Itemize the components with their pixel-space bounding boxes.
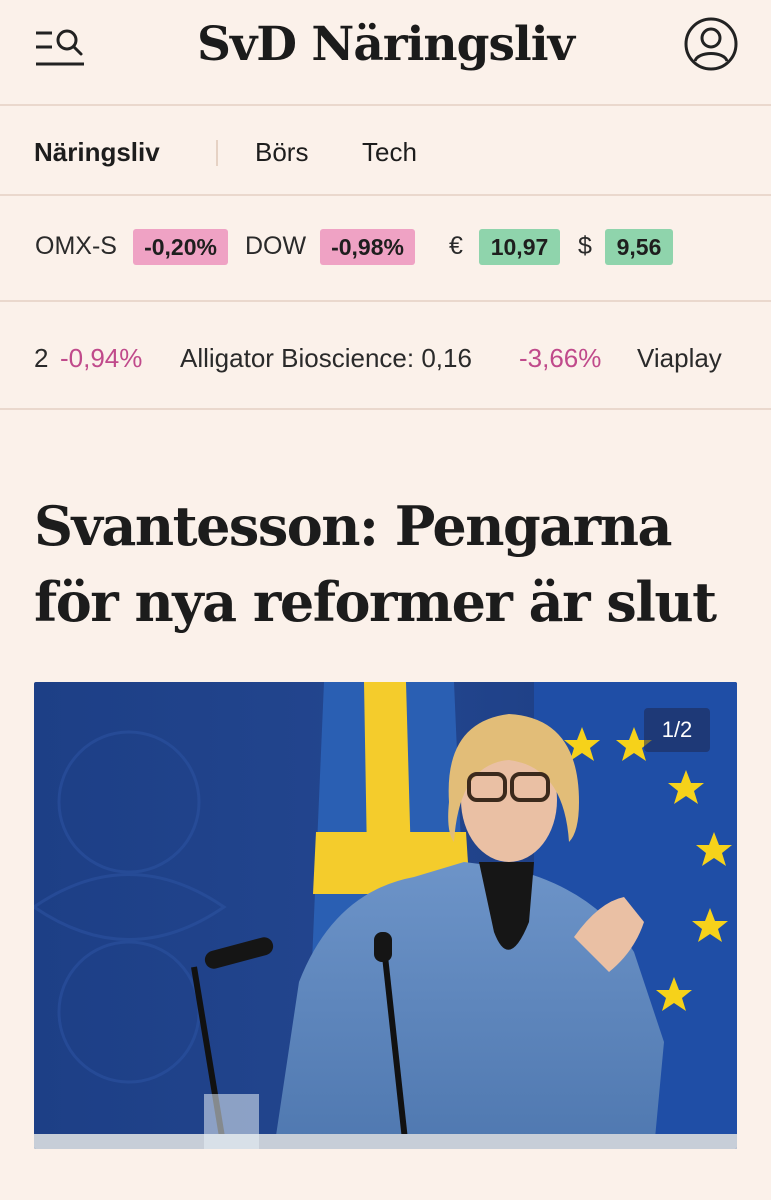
image-counter[interactable]: 1/2 bbox=[644, 708, 710, 752]
omx-change-badge: -0,20% bbox=[133, 229, 228, 265]
section-nav: Näringsliv Börs Tech bbox=[0, 106, 771, 196]
user-icon[interactable] bbox=[682, 15, 740, 73]
euro-symbol: € bbox=[449, 232, 463, 260]
euro-rate-badge: 10,97 bbox=[479, 229, 560, 265]
dollar-symbol: $ bbox=[578, 232, 592, 260]
ticker-item-change: -3,66% bbox=[519, 343, 602, 373]
dollar-rate-badge: 9,56 bbox=[605, 229, 673, 265]
ticker-next-name[interactable]: Viaplay bbox=[637, 340, 722, 376]
ticker-item-name[interactable]: Alligator Bioscience: 0,16 bbox=[180, 340, 472, 376]
ticker-prev-fragment: 2 bbox=[34, 343, 49, 373]
omx-label: OMX-S bbox=[35, 232, 117, 260]
ticker-prev-change: -0,94% bbox=[60, 343, 143, 373]
article-headline[interactable]: Svantesson: Pengarna för nya reformer är… bbox=[34, 488, 744, 640]
nav-item-bors[interactable]: Börs bbox=[255, 136, 308, 168]
article-lead-image[interactable] bbox=[34, 682, 737, 1149]
nav-divider bbox=[216, 140, 218, 166]
site-header: SvD Näringsliv bbox=[0, 0, 771, 106]
stock-ticker[interactable]: 2 -0,94% Alligator Bioscience: 0,16 -3,6… bbox=[0, 302, 771, 410]
market-ticker[interactable]: OMX-S -0,20% DOW -0,98% € 10,97 $ 9,56 bbox=[0, 196, 771, 302]
dow-label: DOW bbox=[245, 232, 307, 260]
dow-change-badge: -0,98% bbox=[320, 229, 415, 265]
nav-item-tech[interactable]: Tech bbox=[362, 136, 417, 168]
site-logo[interactable]: SvD Näringsliv bbox=[0, 10, 771, 80]
nav-item-naringsliv[interactable]: Näringsliv bbox=[34, 136, 160, 168]
